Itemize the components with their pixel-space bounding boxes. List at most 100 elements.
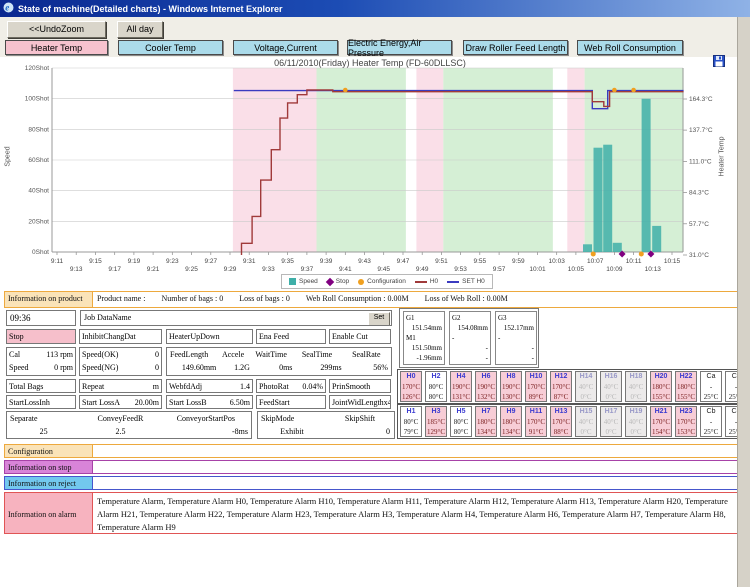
- waittime-header: WaitTime: [250, 348, 293, 361]
- heater-cell-name: H1: [401, 407, 421, 417]
- heater-set-temp: 190°C: [476, 382, 496, 392]
- convey-feedr-label: ConveyFeedR: [80, 412, 161, 425]
- heater-cell-h12: H12170°C87°C: [550, 371, 572, 402]
- information-on-product-row: Information on product Product name :Num…: [4, 291, 746, 308]
- heater-cell-h2: H280°C80°C: [425, 371, 447, 402]
- jointwid-label: JointWid: [332, 398, 361, 407]
- window-right-border: [737, 17, 750, 587]
- heater-cell-name: H13: [551, 407, 571, 417]
- tab-electric-energy-air-pressure[interactable]: Electric Energy,Air Pressure: [347, 40, 452, 55]
- svg-text:9:19: 9:19: [128, 258, 141, 265]
- g2-panel: G2 154.08mm - - -: [449, 311, 491, 365]
- total-bags-label: Total Bags: [9, 382, 43, 391]
- jointwid-field: JointWidLengthx4: [329, 395, 391, 409]
- svg-text:9:17: 9:17: [108, 266, 121, 273]
- heater-current-temp: 132°C: [476, 392, 496, 402]
- g-measure-box: G1 151.54mm M1 151.50mm -1.96mm G2 154.0…: [399, 308, 539, 368]
- svg-text:9:55: 9:55: [473, 258, 486, 265]
- all-day-button[interactable]: All day: [117, 21, 163, 38]
- heater-cell-name: H6: [476, 372, 496, 382]
- svg-text:9:37: 9:37: [301, 266, 314, 273]
- svg-text:9:57: 9:57: [493, 266, 506, 273]
- heater-cell-h4: H4190°C131°C: [450, 371, 472, 402]
- total-bags-field: Total Bags: [6, 379, 76, 393]
- status-field-inhibitchangdat: InhibitChangDat: [79, 329, 162, 344]
- start-lossa-field: Start LossA20.00m: [79, 395, 162, 409]
- heater-set-temp: 170°C: [676, 417, 696, 427]
- start-lossb-label: Start LossB: [169, 398, 207, 407]
- tab-voltage-current[interactable]: Voltage,Current: [233, 40, 338, 55]
- g1-value-3: -1.96mm: [406, 353, 442, 363]
- status-field-stop: Stop: [6, 329, 76, 344]
- heater-cell-h21: H21170°C154°C: [650, 406, 672, 437]
- heater-set-temp: 170°C: [551, 417, 571, 427]
- information-on-alarm-row: Information on alarm Temperature Alarm, …: [4, 492, 746, 534]
- tab-draw-roller-feed-length[interactable]: Draw Roller Feed Length: [463, 40, 568, 55]
- heater-cell-h15: H1540°C0°C: [575, 406, 597, 437]
- svg-text:9:23: 9:23: [166, 258, 179, 265]
- heater-set-temp: 170°C: [551, 382, 571, 392]
- svg-text:111.0°C: 111.0°C: [689, 157, 712, 165]
- feedstart-label: FeedStart: [259, 398, 290, 407]
- product-info-item: Loss of Web Roll : 0.00M: [425, 294, 508, 303]
- tab-heater-temp[interactable]: Heater Temp: [5, 40, 108, 55]
- information-on-reject-label: Information on reject: [5, 477, 93, 489]
- heater-set-temp: 40°C: [601, 382, 621, 392]
- job-data-name-field[interactable]: Job DataName Set: [80, 310, 392, 326]
- sealrate-value: 56%: [342, 361, 391, 374]
- heater-cell-h3: H3185°C129°C: [425, 406, 447, 437]
- time-field[interactable]: 09:36: [6, 310, 76, 326]
- product-info-item: Product name :: [97, 294, 145, 303]
- speed-value: 0 rpm: [54, 361, 73, 374]
- heater-current-temp: 80°C: [426, 392, 446, 402]
- legend-item-h0: H0: [415, 278, 438, 285]
- information-on-alarm-content: Temperature Alarm, Temperature Alarm H0,…: [93, 493, 745, 533]
- heater-cell-h11: H11170°C91°C: [525, 406, 547, 437]
- separate-label: Separate: [7, 412, 80, 425]
- heater-cell-name: H16: [601, 372, 621, 382]
- heater-cell-h22: H22180°C155°C: [675, 371, 697, 402]
- svg-text:10:05: 10:05: [568, 266, 585, 273]
- heater-cell-name: H19: [626, 407, 646, 417]
- heater-cell-name: H22: [676, 372, 696, 382]
- undo-zoom-button[interactable]: <<UndoZoom: [7, 21, 106, 38]
- svg-text:9:51: 9:51: [435, 258, 448, 265]
- legend-label: Configuration: [367, 278, 406, 285]
- startlossinh-label: StartLossInh: [9, 398, 50, 407]
- svg-text:9:33: 9:33: [262, 266, 275, 273]
- heater-current-temp: 134°C: [501, 427, 521, 437]
- heater-grid-row-top: H0170°C126°CH280°C80°CH4190°C131°CH6190°…: [397, 369, 748, 404]
- repeat-value: m: [153, 382, 159, 391]
- heater-cell-h6: H6190°C132°C: [475, 371, 497, 402]
- chart-legend: SpeedStopConfigurationH0SET H0: [281, 274, 493, 289]
- skipshift-value: 0: [326, 425, 394, 438]
- heater-set-temp: 170°C: [651, 417, 671, 427]
- status-field-heaterupdown: HeaterUpDown: [166, 329, 253, 344]
- information-on-stop-label: Information on stop: [5, 461, 93, 473]
- heater-cell-h20: H20180°C155°C: [650, 371, 672, 402]
- heater-cell-name: H9: [501, 407, 521, 417]
- configuration-marker: [358, 279, 364, 285]
- heater-cell-name: H21: [651, 407, 671, 417]
- heater-cell-name: H0: [401, 372, 421, 382]
- cal-label: Cal: [9, 348, 20, 361]
- tab-cooler-temp[interactable]: Cooler Temp: [118, 40, 223, 55]
- svg-text:9:45: 9:45: [377, 266, 390, 273]
- feed-parameters-box: FeedLength Accele WaitTime SealTime Seal…: [166, 347, 392, 376]
- heater-cell-name: H2: [426, 372, 446, 382]
- g2-title: G2: [452, 313, 488, 323]
- legend-label: Stop: [336, 278, 349, 285]
- set-button[interactable]: Set: [368, 312, 390, 326]
- set-h0-marker: [447, 281, 459, 283]
- speed-ok-ng-box: Speed(OK)0 Speed(NG)0: [79, 347, 162, 376]
- heater-current-temp: 129°C: [426, 427, 446, 437]
- accele-header: Accele: [216, 348, 250, 361]
- speed-ok-label: Speed(OK): [82, 348, 118, 361]
- tab-web-roll-consumption[interactable]: Web Roll Consumption: [577, 40, 683, 55]
- g2-dash-2: -: [452, 343, 488, 353]
- heater-cell-h13: H13170°C88°C: [550, 406, 572, 437]
- heater-set-temp: 80°C: [426, 382, 446, 392]
- heater-current-temp: 25°C: [701, 427, 721, 437]
- heater-current-temp: 134°C: [476, 427, 496, 437]
- heater-current-temp: 0°C: [601, 427, 621, 437]
